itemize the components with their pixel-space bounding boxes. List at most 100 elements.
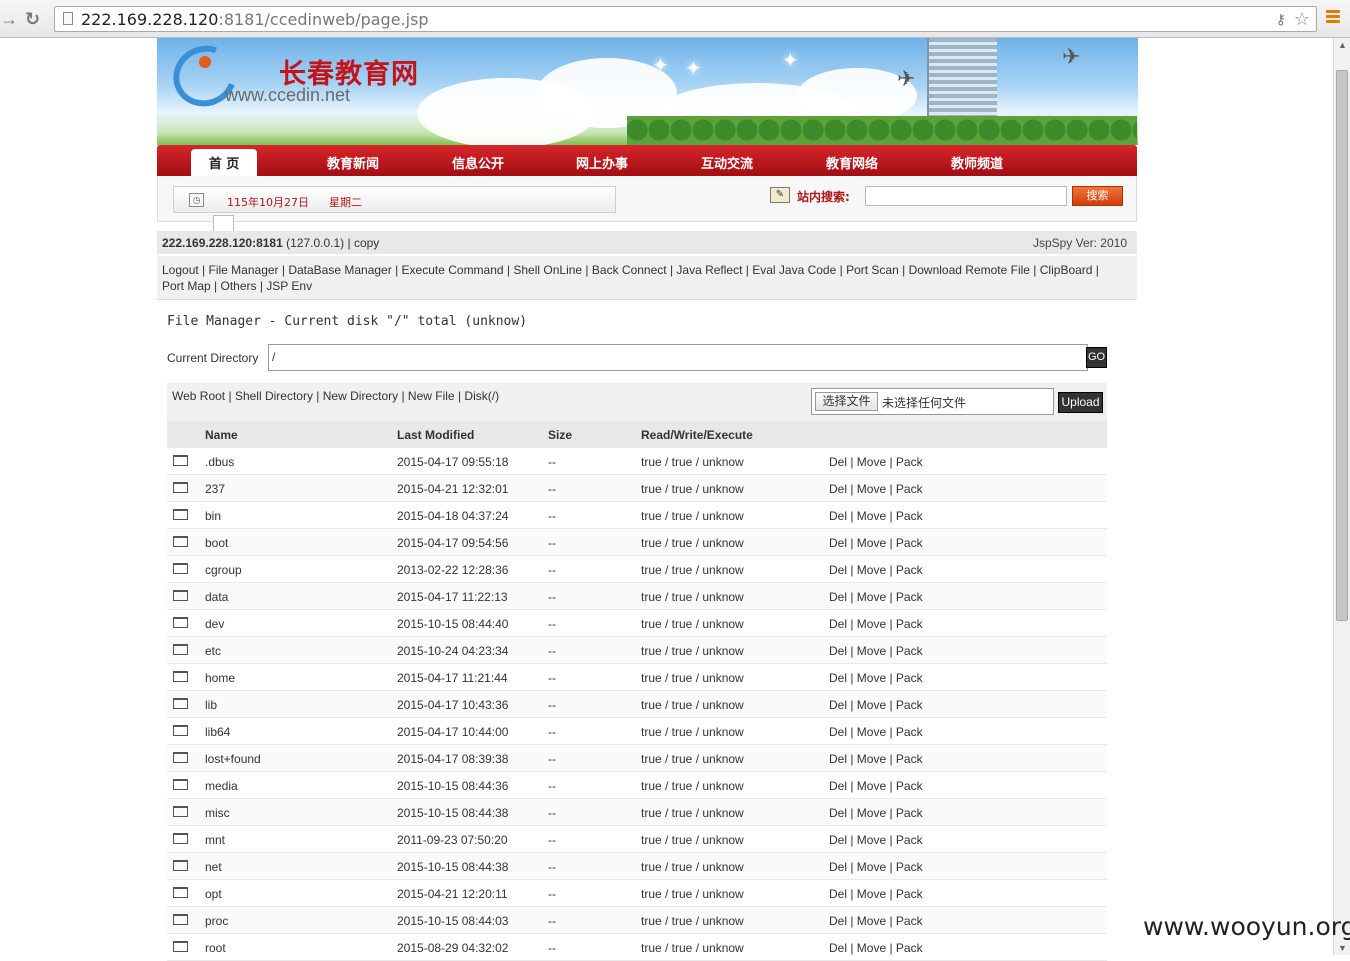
row-actions[interactable]: Del | Move | Pack: [829, 455, 923, 469]
row-actions[interactable]: Del | Move | Pack: [829, 833, 923, 847]
back-arrow-icon[interactable]: →: [0, 9, 18, 29]
file-name-link[interactable]: home: [205, 671, 235, 685]
menu-logout[interactable]: Logout: [162, 263, 199, 277]
current-directory-input[interactable]: /: [268, 344, 1088, 371]
folder-icon: [173, 941, 188, 952]
menu-back-connect[interactable]: Back Connect: [592, 263, 667, 277]
vertical-scrollbar[interactable]: ▲ ▼: [1333, 38, 1350, 955]
menu-file-manager[interactable]: File Manager: [209, 263, 279, 277]
link-disk[interactable]: Disk(/): [464, 389, 499, 403]
site-search-button[interactable]: 搜索: [1072, 186, 1123, 206]
file-name-link[interactable]: root: [205, 941, 226, 955]
file-name-link[interactable]: 237: [205, 482, 225, 496]
permissions: true / true / unknow: [641, 725, 744, 739]
link-new-file[interactable]: New File: [408, 389, 455, 403]
file-size: --: [548, 617, 556, 631]
menu-shell-online[interactable]: Shell OnLine: [513, 263, 582, 277]
file-name-link[interactable]: data: [205, 590, 228, 604]
last-modified: 2013-02-22 12:28:36: [397, 563, 509, 577]
key-icon[interactable]: ⚷: [1276, 11, 1286, 28]
nav-online-service[interactable]: 网上办事: [576, 153, 628, 172]
row-actions[interactable]: Del | Move | Pack: [829, 806, 923, 820]
no-file-text: 未选择任何文件: [882, 396, 967, 410]
file-name-link[interactable]: boot: [205, 536, 228, 550]
file-size: --: [548, 644, 556, 658]
file-name-link[interactable]: lost+found: [205, 752, 261, 766]
link-new-directory[interactable]: New Directory: [323, 389, 398, 403]
logo-dot: [199, 56, 211, 68]
row-actions[interactable]: Del | Move | Pack: [829, 509, 923, 523]
row-actions[interactable]: Del | Move | Pack: [829, 644, 923, 658]
file-size: --: [548, 455, 556, 469]
reload-icon[interactable]: ↻: [25, 9, 40, 29]
file-name-link[interactable]: cgroup: [205, 563, 242, 577]
upload-button[interactable]: Upload: [1058, 392, 1103, 413]
row-actions[interactable]: Del | Move | Pack: [829, 563, 923, 577]
file-name-link[interactable]: media: [205, 779, 238, 793]
file-name-link[interactable]: lib64: [205, 725, 230, 739]
spy-menu: Logout | File Manager | DataBase Manager…: [157, 256, 1137, 300]
spy-header: 222.169.228.120:8181 (127.0.0.1) | copy …: [157, 231, 1137, 255]
scroll-up-icon[interactable]: ▲: [1338, 40, 1347, 50]
table-body: .dbus 2015-04-17 09:55:18 -- true / true / …: [167, 448, 1107, 961]
row-actions[interactable]: Del | Move | Pack: [829, 590, 923, 604]
folder-icon: [173, 779, 188, 790]
bookmark-star-icon[interactable]: ☆: [1294, 9, 1310, 30]
file-name-link[interactable]: lib: [205, 698, 217, 712]
link-shell-directory[interactable]: Shell Directory: [235, 389, 313, 403]
nav-interaction[interactable]: 互动交流: [701, 153, 753, 172]
header-rwx: Read/Write/Execute: [641, 428, 753, 442]
row-actions[interactable]: Del | Move | Pack: [829, 914, 923, 928]
menu-port-map[interactable]: Port Map: [162, 279, 211, 293]
go-button[interactable]: GO: [1086, 347, 1107, 368]
row-actions[interactable]: Del | Move | Pack: [829, 536, 923, 550]
site-search-input[interactable]: [865, 186, 1067, 206]
file-name-link[interactable]: .dbus: [205, 455, 234, 469]
file-name-link[interactable]: etc: [205, 644, 221, 658]
file-name-link[interactable]: proc: [205, 914, 228, 928]
file-name-link[interactable]: mnt: [205, 833, 225, 847]
file-name-link[interactable]: dev: [205, 617, 224, 631]
menu-jsp-env[interactable]: JSP Env: [266, 279, 312, 293]
menu-execute-command[interactable]: Execute Command: [402, 263, 504, 277]
nav-network[interactable]: 教育网络: [826, 153, 878, 172]
nav-home[interactable]: 首 页: [191, 149, 257, 176]
row-actions[interactable]: Del | Move | Pack: [829, 698, 923, 712]
file-upload-input[interactable]: 选择文件 未选择任何文件: [811, 388, 1054, 415]
row-actions[interactable]: Del | Move | Pack: [829, 617, 923, 631]
file-name-link[interactable]: net: [205, 860, 222, 874]
row-actions[interactable]: Del | Move | Pack: [829, 887, 923, 901]
row-actions[interactable]: Del | Move | Pack: [829, 752, 923, 766]
nav-info[interactable]: 信息公开: [452, 153, 504, 172]
address-bar[interactable]: 222.169.228.120:8181/ccedinweb/page.jsp …: [54, 6, 1317, 32]
menu-database-manager[interactable]: DataBase Manager: [288, 263, 391, 277]
nav-teachers[interactable]: 教师频道: [951, 153, 1003, 172]
row-actions[interactable]: Del | Move | Pack: [829, 671, 923, 685]
weekday-text: 星期二: [329, 196, 362, 209]
menu-download-remote-file[interactable]: Download Remote File: [909, 263, 1030, 277]
menu-port-scan[interactable]: Port Scan: [846, 263, 899, 277]
menu-eval-java-code[interactable]: Eval Java Code: [752, 263, 836, 277]
menu-others[interactable]: Others: [220, 279, 256, 293]
row-actions[interactable]: Del | Move | Pack: [829, 860, 923, 874]
file-size: --: [548, 752, 556, 766]
nav-news[interactable]: 教育新闻: [327, 153, 379, 172]
folder-icon: [173, 536, 188, 547]
site-subbar: ◷ 115年10月27日 星期二 ✎ 站内搜索: 搜索: [157, 176, 1137, 222]
menu-java-reflect[interactable]: Java Reflect: [676, 263, 742, 277]
file-name-link[interactable]: misc: [205, 806, 230, 820]
folder-icon: [173, 671, 188, 682]
scroll-down-icon[interactable]: ▼: [1338, 943, 1347, 953]
scroll-thumb[interactable]: [1336, 70, 1348, 621]
menu-clipboard[interactable]: ClipBoard: [1040, 263, 1093, 277]
row-actions[interactable]: Del | Move | Pack: [829, 725, 923, 739]
link-web-root[interactable]: Web Root: [172, 389, 225, 403]
browser-menu-icon[interactable]: [1326, 10, 1340, 24]
file-name-link[interactable]: opt: [205, 887, 222, 901]
file-name-link[interactable]: bin: [205, 509, 221, 523]
row-actions[interactable]: Del | Move | Pack: [829, 482, 923, 496]
table-row: mnt 2011-09-23 07:50:20 -- true / true / un…: [167, 826, 1107, 853]
row-actions[interactable]: Del | Move | Pack: [829, 941, 923, 955]
choose-file-button[interactable]: 选择文件: [815, 392, 878, 411]
row-actions[interactable]: Del | Move | Pack: [829, 779, 923, 793]
